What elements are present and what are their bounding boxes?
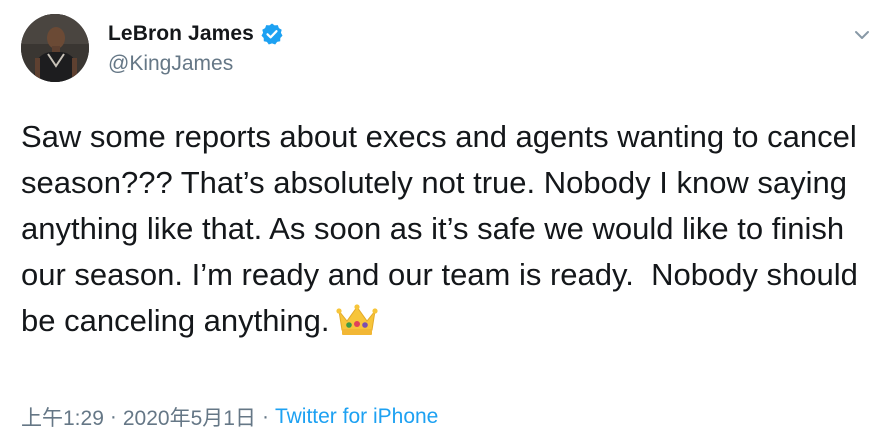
tweet-card: LeBron James @KingJames Saw some reports… bbox=[0, 0, 891, 442]
tweet-meta: 上午1:29 · 2020年5月1日 · Twitter for iPhone bbox=[21, 402, 438, 432]
chevron-down-icon[interactable] bbox=[851, 24, 873, 46]
author-block: LeBron James @KingJames bbox=[108, 20, 284, 76]
tweet-text: Saw some reports about execs and agents … bbox=[21, 114, 871, 344]
avatar[interactable] bbox=[21, 14, 89, 82]
display-name[interactable]: LeBron James bbox=[108, 22, 254, 46]
tweet-time[interactable]: 上午1:29 bbox=[21, 402, 104, 432]
profile-photo-icon bbox=[21, 14, 89, 82]
user-handle[interactable]: @KingJames bbox=[108, 52, 284, 76]
tweet-body: Saw some reports about execs and agents … bbox=[21, 119, 867, 338]
tweet-date[interactable]: 2020年5月1日 bbox=[123, 402, 256, 432]
meta-separator: · bbox=[109, 405, 117, 428]
crown-emoji-icon bbox=[335, 303, 378, 337]
meta-separator: · bbox=[261, 405, 269, 428]
verified-badge-icon bbox=[260, 22, 284, 46]
tweet-source-link[interactable]: Twitter for iPhone bbox=[275, 405, 438, 429]
